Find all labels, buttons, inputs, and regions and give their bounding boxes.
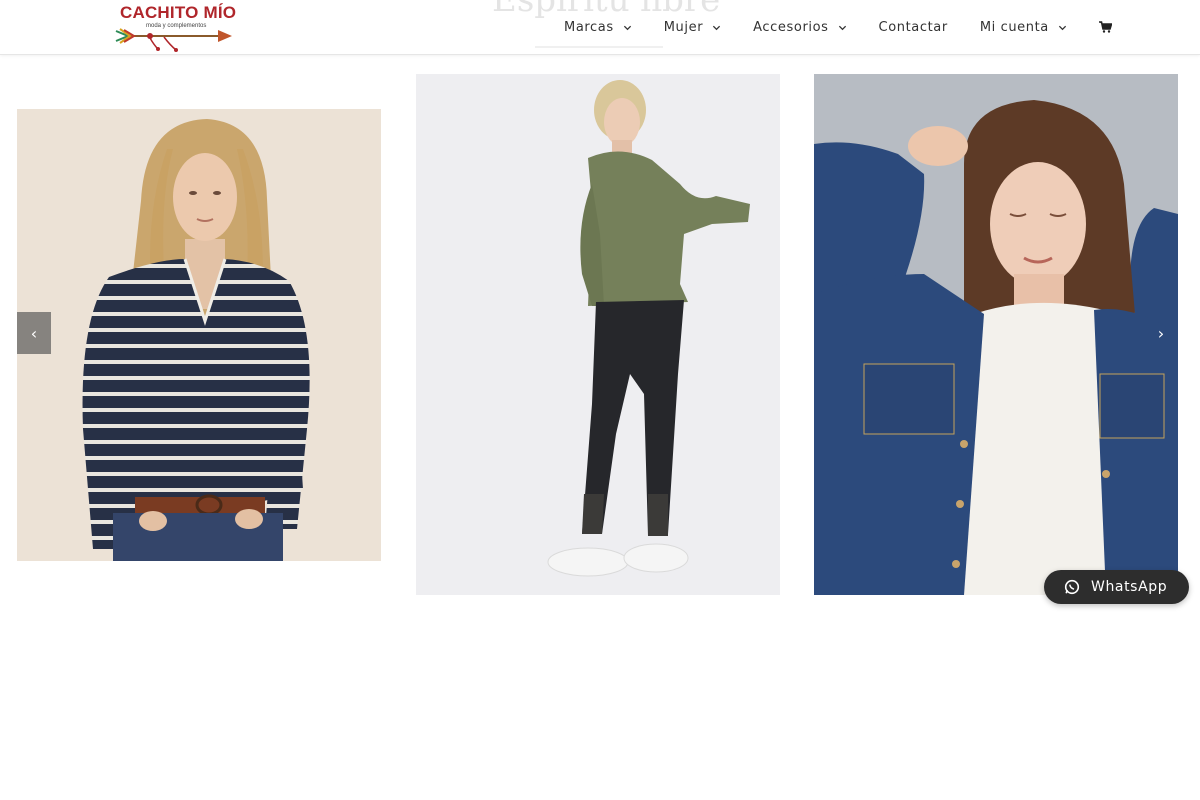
nav-item-mi-cuenta[interactable]: Mi cuenta [964,0,1083,54]
site-logo[interactable]: CACHITO MÍO moda y complementos [114,3,238,52]
nav-item-accesorios[interactable]: Accesorios [737,0,862,54]
page: CACHITO MÍO moda y complementos Espíritu… [0,0,1200,800]
product-slide[interactable] [814,74,1178,595]
nav-item-label: Contactar [878,19,948,35]
slider-next-button[interactable]: › [1144,312,1178,354]
nav-item-contactar[interactable]: Contactar [863,0,964,54]
logo-title: CACHITO MÍO [120,3,237,22]
whatsapp-label: WhatsApp [1091,579,1168,595]
whatsapp-button[interactable]: WhatsApp [1044,570,1189,604]
product-slide[interactable] [17,109,381,561]
site-header: CACHITO MÍO moda y complementos Espíritu… [0,0,1200,55]
whatsapp-icon [1064,579,1080,595]
nav-item-label: Marcas [564,19,614,35]
chevron-down-icon [838,25,846,30]
chevron-right-icon: › [1157,323,1165,343]
main-nav: Marcas Mujer Accesorios Contactar Mi cue… [548,0,1122,54]
chevron-down-icon [1058,25,1066,30]
nav-item-label: Mujer [663,19,704,35]
chevron-down-icon [713,25,721,30]
cart-button[interactable] [1083,0,1122,54]
striped-sweater-photo [17,109,381,561]
nav-item-label: Accesorios [753,19,829,35]
nav-item-label: Mi cuenta [979,19,1049,35]
logo-arrow-icon [115,28,232,52]
chevron-down-icon [623,25,631,30]
nav-item-marcas[interactable]: Marcas [548,0,648,54]
product-slide[interactable] [416,74,780,595]
shopping-cart-icon [1098,21,1112,33]
slider-prev-button[interactable]: ‹ [17,312,51,354]
denim-shirt-photo [814,74,1178,595]
nav-item-mujer[interactable]: Mujer [648,0,737,54]
chevron-left-icon: ‹ [30,323,38,343]
green-sweater-jeans-photo [416,74,780,595]
